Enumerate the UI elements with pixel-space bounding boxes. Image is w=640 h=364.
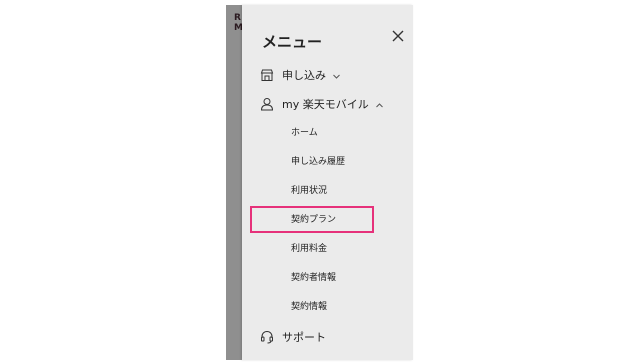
menu-title: メニュー xyxy=(262,33,323,51)
chevron-up-icon xyxy=(375,100,384,109)
person-icon xyxy=(260,97,274,111)
close-icon xyxy=(392,30,404,42)
submenu-application-history[interactable]: 申し込み履歴 xyxy=(291,155,345,169)
menu-item-support[interactable]: サポート xyxy=(260,327,326,347)
background-page-edge xyxy=(226,5,242,360)
submenu-contract-info[interactable]: 契約情報 xyxy=(291,300,327,314)
menu-item-label: 申し込み xyxy=(282,69,326,82)
submenu-home[interactable]: ホーム xyxy=(291,126,318,140)
menu-item-label: my 楽天モバイル xyxy=(282,98,369,111)
menu-panel: メニュー 申し込み my 楽天モバイル ホーム 申し込み履歴 利用状況 契約プラ… xyxy=(242,5,413,360)
store-icon xyxy=(260,68,274,82)
menu-item-label: サポート xyxy=(282,331,326,344)
submenu-subscriber-info[interactable]: 契約者情報 xyxy=(291,271,336,285)
menu-item-apply[interactable]: 申し込み xyxy=(260,65,341,85)
close-button[interactable] xyxy=(390,28,406,44)
submenu-usage-status[interactable]: 利用状況 xyxy=(291,184,327,198)
submenu-usage-fee[interactable]: 利用料金 xyxy=(291,242,327,256)
menu-item-my-rakuten-mobile[interactable]: my 楽天モバイル xyxy=(260,94,384,114)
submenu-contract-plan[interactable]: 契約プラン xyxy=(291,213,336,227)
headset-icon xyxy=(260,330,274,344)
chevron-down-icon xyxy=(332,71,341,80)
